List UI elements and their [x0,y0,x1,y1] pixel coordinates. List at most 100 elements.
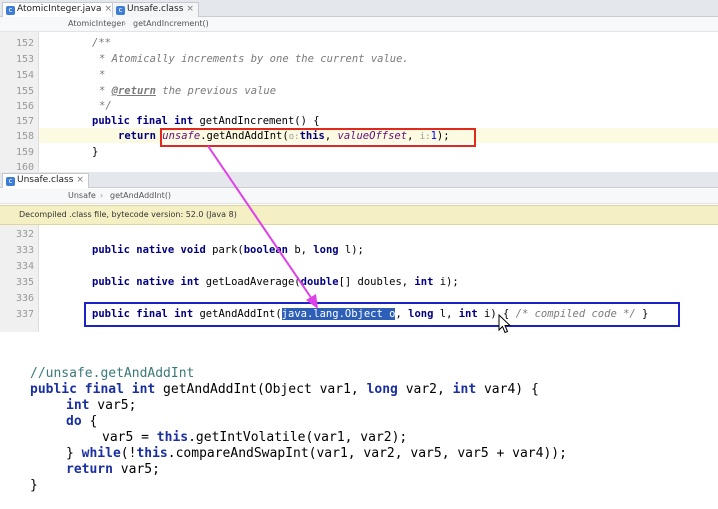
method-signature: park( [205,244,244,256]
keyword: public native int [92,276,200,288]
keyword: this [136,446,168,461]
close-icon[interactable]: × [105,4,113,14]
snippet-line: return var5; [66,462,160,478]
code-line: */ [99,99,112,114]
snippet-text: getAndAddInt(Object var1, [155,382,367,397]
breadcrumb-item[interactable]: Unsafe [68,189,96,203]
keyword: this [156,430,189,445]
code-line: } [92,145,98,160]
keyword: return [118,130,156,142]
snippet-text: var4) { [476,382,539,397]
code-line: * @return the previous value [99,84,276,99]
line-number: 337 [15,309,34,320]
tab-label: Unsafe.class [127,4,184,14]
bottom-tab-bar: c Unsafe.class × [0,172,718,188]
snippet-text: var5; [89,398,137,413]
snippet-text: } [30,478,38,493]
line-number: 336 [15,293,34,304]
keyword: public native void [92,244,206,256]
line-number: 153 [15,54,34,65]
keyword: long [313,244,339,256]
snippet-line: do { [66,414,97,430]
javadoc-comment: * [99,69,106,81]
snippet-text: } [66,446,82,461]
tab-label: Unsafe.class [17,175,74,185]
line-number: 156 [15,101,34,112]
snippet-comment: //unsafe.getAndAddInt [30,366,195,381]
line-number: 159 [15,147,34,158]
keyword: long [366,382,398,397]
keyword: while [81,446,121,461]
javadoc-comment: * Atomically increments by one the curre… [99,53,409,65]
snippet-line: } [30,478,38,494]
keyword: public final int [92,115,194,127]
snippet-line: public final int getAndAddInt(Object var… [30,382,539,398]
bottom-code-editor[interactable]: 332 333 334 335 336 337 public native vo… [0,225,718,332]
top-tab-bar: c AtomicInteger.java × c Unsafe.class × [0,0,718,17]
mouse-cursor-icon [498,314,512,334]
keyword: boolean [243,244,288,256]
keyword: public final int [30,382,156,397]
line-number: 332 [15,229,34,240]
keyword: do [66,414,82,429]
method-signature: getAndIncrement() { [193,115,320,127]
snippet-text: (! [120,446,137,461]
bottom-breadcrumb: Unsafe › getAndAddInt() [0,189,718,204]
snippet-line: //unsafe.getAndAddInt [30,366,194,382]
tab-label: AtomicInteger.java [17,4,102,14]
line-number: 158 [15,131,34,142]
code-line: public native void park(boolean b, long … [92,243,364,258]
javadoc-comment: the previous value [155,85,277,97]
param: i); [433,276,459,288]
banner-text: Decompiled .class file, bytecode version… [19,210,237,219]
line-number: 154 [15,70,34,81]
keyword: return [66,462,113,477]
blue-highlight-box [84,302,680,327]
snippet-text: .compareAndSwapInt(var1, var2, var5, var… [167,446,567,461]
breadcrumb-item[interactable]: getAndAddInt() [110,189,171,203]
keyword: int [452,382,477,397]
snippet-text: { [81,414,98,429]
brace: } [92,146,99,158]
snippet-text: var5; [112,462,160,477]
close-icon[interactable]: × [186,4,194,14]
chevron-right-icon: › [123,19,127,28]
tab-atomicinteger-java[interactable]: c AtomicInteger.java × [2,2,118,17]
javadoc-comment: */ [99,100,112,112]
code-line: /** [92,36,111,51]
breadcrumb-item[interactable]: getAndIncrement() [133,17,209,31]
line-number: 333 [15,245,34,256]
param: l); [338,244,364,256]
chevron-right-icon: › [100,191,104,200]
class-icon: c [116,6,125,15]
decompiled-banner: Decompiled .class file, bytecode version… [0,205,718,225]
top-breadcrumb: AtomicInteger › getAndIncrement() [0,17,718,32]
snippet-text: .getIntVolatile(var1, var2); [188,430,408,445]
close-icon[interactable]: × [76,175,84,185]
snippet-line: int var5; [66,398,136,414]
code-snippet: //unsafe.getAndAddInt public final int g… [0,345,718,509]
line-number: 334 [15,261,34,272]
red-highlight-box [160,128,476,147]
javadoc-bullet: * [99,85,112,97]
tab-unsafe-class[interactable]: c Unsafe.class × [2,173,89,188]
class-icon: c [6,6,15,15]
javadoc-tag: @return [111,85,156,97]
tab-unsafe-class[interactable]: c Unsafe.class × [112,2,199,17]
keyword: double [300,276,339,288]
keyword: int [66,398,90,413]
code-line: public final int getAndIncrement() { [92,114,320,129]
line-number: 335 [15,277,34,288]
keyword: int [414,276,434,288]
param: b, [288,244,314,256]
breadcrumb-item[interactable]: AtomicInteger [68,17,125,31]
snippet-text: var2, [397,382,453,397]
param: [] doubles, [338,276,415,288]
code-line: * Atomically increments by one the curre… [99,52,409,67]
code-line: * [99,68,105,83]
top-code-editor[interactable]: 152 153 154 155 156 157 158 159 160 /** … [0,32,718,173]
class-icon: c [6,177,15,186]
snippet-text: var5 = [102,430,157,445]
line-number: 152 [15,38,34,49]
javadoc-comment: /** [92,37,111,49]
